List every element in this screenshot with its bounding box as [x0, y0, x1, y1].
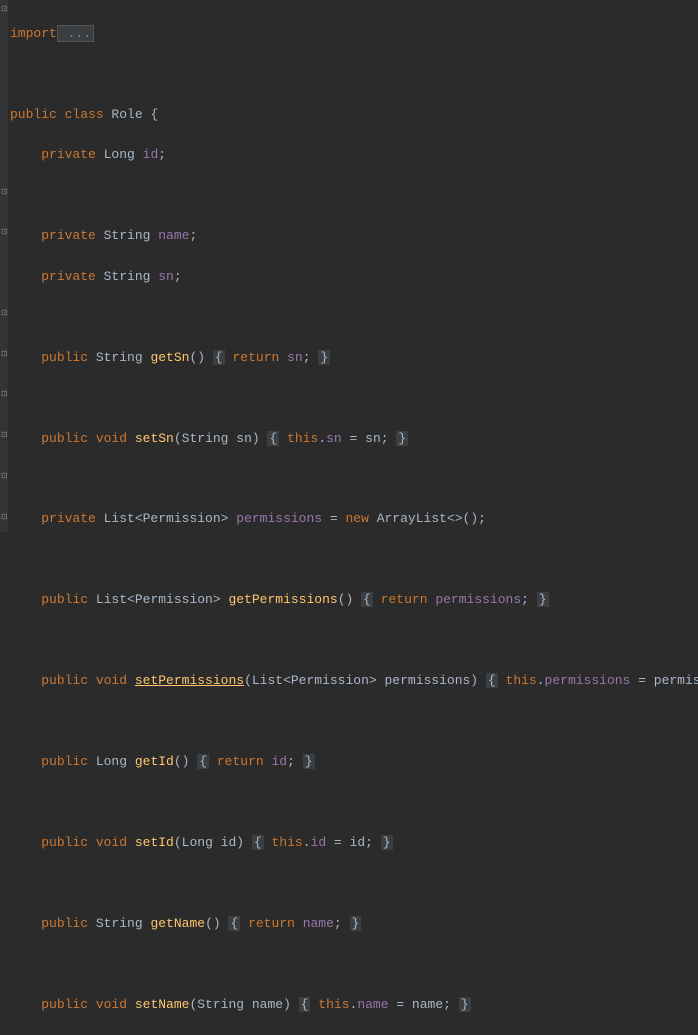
- editor-gutter: ⊡ ⊡ ⊡ ⊡ ⊡ ⊡ ⊡ ⊡ ⊡: [0, 0, 8, 532]
- fold-icon[interactable]: ⊡: [1, 432, 8, 439]
- fold-icon[interactable]: ⊡: [1, 229, 8, 236]
- code-line: public void setSn(String sn) { this.sn =…: [10, 429, 698, 449]
- code-line: private List<Permission> permissions = n…: [10, 509, 698, 529]
- code-line: [10, 388, 698, 408]
- code-line: public void setName(String name) { this.…: [10, 995, 698, 1015]
- code-line: public void setId(Long id) { this.id = i…: [10, 833, 698, 853]
- method-setSn: setSn: [135, 431, 174, 446]
- code-line: private String sn;: [10, 267, 698, 287]
- field-sn: sn: [158, 269, 174, 284]
- code-line: public void setPermissions(List<Permissi…: [10, 671, 698, 691]
- code-line: private String name;: [10, 226, 698, 246]
- fold-icon[interactable]: ⊡: [1, 310, 8, 317]
- fold-icon[interactable]: ⊡: [1, 189, 8, 196]
- method-getPermissions: getPermissions: [228, 592, 337, 607]
- code-line: [10, 873, 698, 893]
- fold-icon[interactable]: ⊡: [1, 514, 8, 521]
- code-line: public class Role {: [10, 105, 698, 125]
- code-line: import ...: [10, 24, 698, 44]
- method-getName: getName: [150, 916, 205, 931]
- method-getId: getId: [135, 754, 174, 769]
- class-name: Role: [111, 107, 142, 122]
- code-line: [10, 550, 698, 570]
- code-line: [10, 631, 698, 651]
- method-setPermissions: setPermissions: [135, 673, 244, 688]
- code-line: [10, 712, 698, 732]
- fold-icon[interactable]: ⊡: [1, 351, 8, 358]
- code-line: [10, 954, 698, 974]
- code-line: [10, 307, 698, 327]
- fold-icon[interactable]: ⊡: [1, 391, 8, 398]
- code-line: private Long id;: [10, 145, 698, 165]
- method-setId: setId: [135, 835, 174, 850]
- code-line: public List<Permission> getPermissions()…: [10, 590, 698, 610]
- code-line: [10, 469, 698, 489]
- code-editor[interactable]: import ... public class Role { private L…: [0, 0, 698, 1035]
- code-line: public String getName() { return name; }: [10, 914, 698, 934]
- folded-region[interactable]: ...: [57, 25, 94, 42]
- code-line: public String getSn() { return sn; }: [10, 348, 698, 368]
- code-line: public Long getId() { return id; }: [10, 752, 698, 772]
- field-permissions: permissions: [236, 511, 322, 526]
- field-id: id: [143, 147, 159, 162]
- field-name: name: [158, 228, 189, 243]
- method-getSn: getSn: [150, 350, 189, 365]
- fold-icon[interactable]: ⊡: [1, 473, 8, 480]
- keyword-import: import: [10, 26, 57, 41]
- code-line: [10, 186, 698, 206]
- code-line: [10, 65, 698, 85]
- method-setName: setName: [135, 997, 190, 1012]
- code-line: [10, 792, 698, 812]
- fold-icon[interactable]: ⊡: [1, 6, 8, 13]
